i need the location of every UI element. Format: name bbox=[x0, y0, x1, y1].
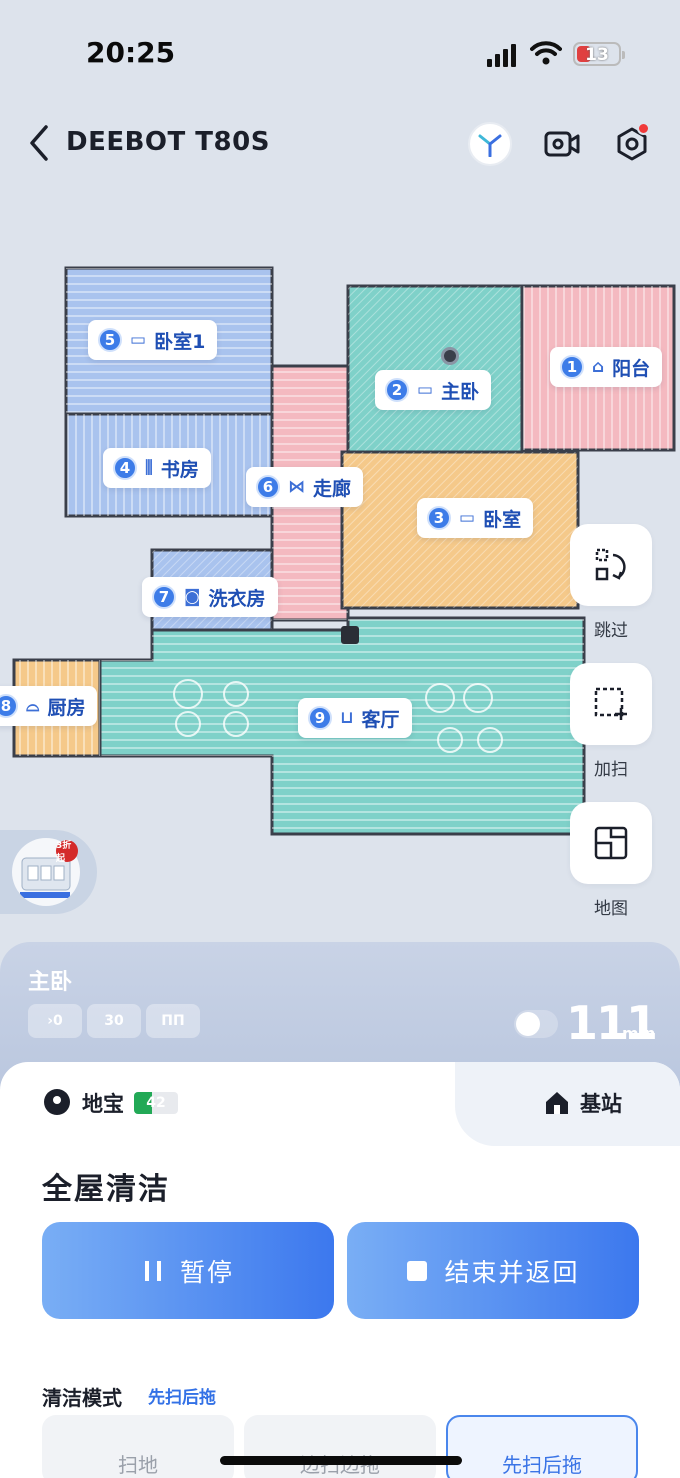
wifi-icon bbox=[530, 40, 562, 70]
station-name: 基站 bbox=[580, 1092, 622, 1116]
skip-icon bbox=[595, 548, 626, 581]
bed-icon: ▭ bbox=[130, 330, 147, 350]
water-level-chip: ›0 bbox=[28, 1004, 82, 1038]
notification-dot bbox=[637, 122, 650, 135]
room-label-7[interactable]: 7 ◙ 洗衣房 bbox=[142, 577, 278, 617]
battery-status-icon: 13 bbox=[573, 42, 625, 66]
robot-position-marker bbox=[441, 347, 459, 365]
promo-bubble[interactable]: 3折起 bbox=[0, 830, 97, 914]
room-label-9[interactable]: 9 ⊔ 客厅 bbox=[298, 698, 412, 738]
stop-and-return-button[interactable]: 结束并返回 bbox=[347, 1222, 639, 1319]
robot-battery-level: 42 bbox=[146, 1095, 166, 1111]
stop-label: 结束并返回 bbox=[444, 1257, 580, 1287]
timer-toggle[interactable] bbox=[514, 1010, 558, 1038]
room-area-2[interactable] bbox=[346, 284, 524, 454]
skip-label: 跳过 bbox=[594, 621, 628, 641]
mode-option-sweep-then-mop[interactable]: 先扫后拖 bbox=[446, 1415, 638, 1478]
pause-icon bbox=[144, 1260, 161, 1281]
bookshelf-icon: ⫼ bbox=[145, 458, 153, 478]
home-indicator[interactable] bbox=[220, 1456, 462, 1465]
room-label-1[interactable]: 1 ⌂ 阳台 bbox=[550, 347, 663, 387]
room-label-8[interactable]: 8 ⌓ 厨房 bbox=[0, 686, 98, 726]
suction-level-chip: 30 bbox=[87, 1004, 141, 1038]
room-label-3[interactable]: 3 ▭ 卧室 bbox=[417, 498, 534, 538]
skip-room-tool[interactable]: 跳过 bbox=[570, 524, 652, 641]
washer-icon: ◙ bbox=[184, 587, 201, 607]
hanger-icon: ⌂ bbox=[592, 357, 605, 377]
status-time: 20:25 bbox=[86, 36, 176, 69]
battery-level: 13 bbox=[585, 45, 609, 65]
device-title: DEEBOT T80S bbox=[66, 127, 270, 157]
bed-icon: ▭ bbox=[459, 508, 476, 528]
mode-option-sweep[interactable]: 扫地 bbox=[42, 1415, 234, 1478]
sofa-icon: ⊔ bbox=[340, 708, 354, 728]
map-tool[interactable]: 地图 bbox=[570, 802, 652, 919]
door-icon: ⋈ bbox=[288, 477, 305, 497]
map-icon bbox=[594, 826, 628, 860]
stop-icon bbox=[407, 1260, 428, 1281]
bed-icon: ▭ bbox=[417, 380, 434, 400]
room-label-6[interactable]: 6 ⋈ 走廊 bbox=[246, 467, 364, 507]
fan-icon bbox=[478, 134, 502, 157]
promo-badge: 3折起 bbox=[56, 840, 78, 864]
video-camera-button[interactable] bbox=[540, 122, 584, 166]
add-clean-label: 加扫 bbox=[594, 760, 628, 780]
cellular-signal-icon bbox=[487, 44, 516, 67]
station-tab[interactable]: 基站 bbox=[544, 1088, 622, 1118]
mode-option-sweep-and-mop[interactable]: 边扫边拖 bbox=[244, 1415, 436, 1478]
suction-fan-button[interactable] bbox=[468, 122, 512, 166]
dock-station-marker bbox=[341, 626, 359, 644]
robot-battery-icon: 42 bbox=[134, 1092, 178, 1114]
room-label-5[interactable]: 5 ▭ 卧室1 bbox=[88, 320, 218, 360]
pot-icon: ⌓ bbox=[26, 696, 40, 716]
pause-label: 暂停 bbox=[179, 1257, 234, 1287]
clean-mode-value: 先扫后拖 bbox=[148, 1388, 216, 1408]
current-room-name: 主卧 bbox=[28, 970, 73, 995]
map-label: 地图 bbox=[594, 899, 628, 919]
back-arrow-icon[interactable] bbox=[28, 125, 50, 165]
home-icon bbox=[546, 1092, 568, 1114]
task-title: 全屋清洁 bbox=[42, 1172, 170, 1207]
mop-mode-chip: ΠΠ bbox=[146, 1004, 200, 1038]
robot-name: 地宝 bbox=[82, 1092, 124, 1116]
pause-button[interactable]: 暂停 bbox=[42, 1222, 334, 1319]
add-area-icon bbox=[594, 687, 627, 720]
clean-mode-label: 清洁模式 bbox=[42, 1386, 122, 1410]
camera-icon bbox=[544, 131, 580, 157]
robot-tab[interactable]: 地宝 42 bbox=[42, 1088, 178, 1118]
location-pin-icon bbox=[44, 1089, 70, 1115]
minutes-unit: min bbox=[622, 1024, 656, 1043]
add-clean-tool[interactable]: 加扫 bbox=[570, 663, 652, 780]
room-label-4[interactable]: 4 ⫼ 书房 bbox=[103, 448, 211, 488]
room-label-2[interactable]: 2 ▭ 主卧 bbox=[375, 370, 492, 410]
